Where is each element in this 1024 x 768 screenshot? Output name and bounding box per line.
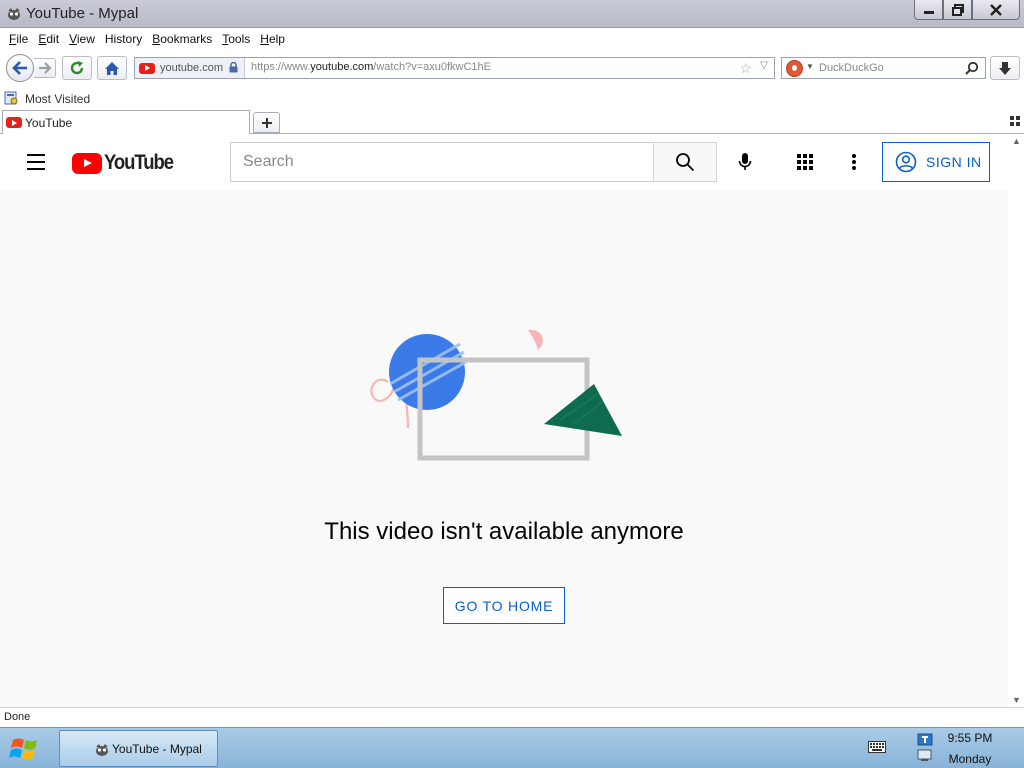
identity-domain: youtube.com xyxy=(160,62,223,74)
lock-icon xyxy=(229,62,238,73)
new-tab-button[interactable] xyxy=(253,112,280,133)
menu-tools[interactable]: Tools xyxy=(217,32,255,46)
downloads-button[interactable] xyxy=(990,56,1020,80)
restore-button[interactable] xyxy=(943,0,972,20)
apps-icon[interactable] xyxy=(796,153,814,171)
back-icon xyxy=(12,61,27,75)
clock-day: Monday xyxy=(948,752,992,766)
back-button[interactable] xyxy=(6,54,34,82)
site-identity[interactable]: youtube.com xyxy=(135,58,245,78)
clock-time: 9:55 PM xyxy=(947,731,993,745)
search-icon xyxy=(676,153,695,172)
mic-icon xyxy=(738,153,752,170)
voice-search-button[interactable] xyxy=(729,146,761,178)
bookmark-most-visited[interactable]: Most Visited xyxy=(25,92,90,106)
youtube-search-box[interactable] xyxy=(230,142,654,182)
forward-icon xyxy=(38,62,52,74)
close-button[interactable] xyxy=(972,0,1020,20)
search-button[interactable] xyxy=(653,142,717,182)
network-icon[interactable] xyxy=(916,733,934,763)
search-bar[interactable]: ▼ DuckDuckGo xyxy=(781,57,986,79)
youtube-favicon-icon xyxy=(139,62,155,74)
search-engine-placeholder: DuckDuckGo xyxy=(819,62,884,74)
search-icon[interactable] xyxy=(965,61,979,75)
youtube-favicon-icon xyxy=(6,117,22,128)
url-text[interactable]: https://www.youtube.com/watch?v=axu0fkwC… xyxy=(251,61,491,73)
bookmarks-toolbar: Most Visited xyxy=(0,88,1024,109)
reload-icon xyxy=(70,61,84,75)
menu-edit[interactable]: Edit xyxy=(33,32,64,46)
menu-file[interactable]: File xyxy=(4,32,33,46)
new-tab-icon xyxy=(261,117,272,128)
url-bar[interactable]: youtube.com https://www.youtube.com/watc… xyxy=(134,57,775,79)
tab-title: YouTube xyxy=(25,115,73,130)
url-prefix: https://www. xyxy=(251,61,311,73)
navigation-toolbar: youtube.com https://www.youtube.com/watc… xyxy=(0,50,1024,86)
more-vert-icon[interactable] xyxy=(846,152,862,172)
sign-in-button[interactable]: SIGN IN xyxy=(882,142,990,182)
video-unavailable-illustration xyxy=(370,329,622,461)
title-bar: YouTube - Mypal xyxy=(0,0,1024,28)
home-button[interactable] xyxy=(97,56,127,80)
youtube-wordmark: YouTube xyxy=(104,151,174,174)
menu-history[interactable]: History xyxy=(100,32,147,46)
taskbar: YouTube - Mypal 9:55 PM Monday xyxy=(0,727,1024,768)
chevron-down-icon[interactable]: ▼ xyxy=(806,62,814,71)
minimize-button[interactable] xyxy=(914,0,943,20)
list-all-tabs-button[interactable] xyxy=(1010,116,1020,129)
menu-view[interactable]: View xyxy=(64,32,100,46)
url-host: youtube.com xyxy=(310,61,374,73)
duckduckgo-icon[interactable] xyxy=(786,60,803,77)
tab-strip: YouTube xyxy=(0,109,1024,134)
app-icon xyxy=(94,742,110,761)
sign-in-label: SIGN IN xyxy=(926,154,982,170)
vertical-scrollbar[interactable]: ▲ ▼ xyxy=(1008,134,1024,707)
keyboard-icon[interactable] xyxy=(868,741,886,753)
unavailable-message: This video isn't available anymore xyxy=(324,518,684,545)
menu-bar: File Edit View History Bookmarks Tools Help xyxy=(0,28,1024,50)
status-text: Done xyxy=(4,711,31,723)
youtube-play-icon xyxy=(72,152,102,174)
bookmark-star-icon[interactable]: ☆ xyxy=(739,60,752,77)
youtube-header: YouTube SIGN IN xyxy=(0,134,1008,190)
scroll-up-icon[interactable]: ▲ xyxy=(1012,136,1021,146)
menu-bookmarks[interactable]: Bookmarks xyxy=(147,32,217,46)
hamburger-icon[interactable] xyxy=(27,154,47,170)
menu-help[interactable]: Help xyxy=(255,32,290,46)
search-input[interactable] xyxy=(231,143,653,181)
grid-icon xyxy=(1010,116,1020,126)
url-path: /watch?v=axu0fkwC1hE xyxy=(373,61,491,73)
go-to-home-button[interactable]: GO TO HOME xyxy=(443,587,565,624)
window-title: YouTube - Mypal xyxy=(26,5,139,22)
account-icon xyxy=(895,151,917,173)
download-icon xyxy=(999,61,1011,75)
home-icon xyxy=(105,61,119,75)
forward-button[interactable] xyxy=(34,58,56,78)
taskbar-item-label: YouTube - Mypal xyxy=(112,741,202,756)
windows-start-icon[interactable] xyxy=(8,733,42,763)
tab-youtube[interactable]: YouTube xyxy=(2,110,250,134)
taskbar-item-mypal[interactable]: YouTube - Mypal xyxy=(59,730,218,767)
status-bar: Done xyxy=(0,707,1024,727)
app-icon xyxy=(6,6,22,22)
most-visited-icon xyxy=(4,91,18,105)
youtube-logo[interactable]: YouTube xyxy=(72,151,182,175)
url-dropdown-icon[interactable]: ▽ xyxy=(760,60,768,71)
page-content: YouTube SIGN IN xyxy=(0,134,1024,707)
system-clock[interactable]: 9:55 PM Monday xyxy=(942,731,998,766)
scroll-down-icon[interactable]: ▼ xyxy=(1012,695,1021,705)
reload-button[interactable] xyxy=(62,56,92,80)
